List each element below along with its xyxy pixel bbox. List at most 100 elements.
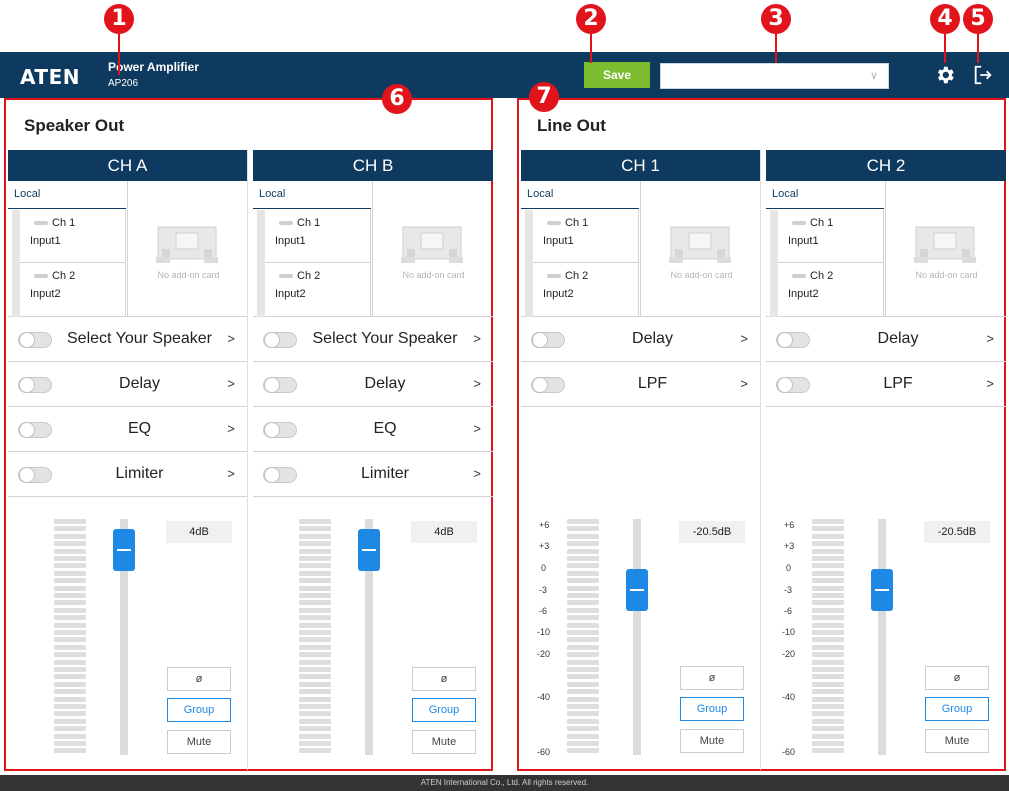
fader-handle[interactable] [871,569,893,611]
meter-segment [54,689,86,695]
feature-toggle[interactable] [263,467,297,483]
feature-delay[interactable]: Delay > [521,317,760,362]
chevron-right-icon: > [473,421,481,436]
fader-handle[interactable] [113,529,135,571]
phase-invert-button[interactable]: ø [167,667,231,691]
feature-label: Select Your Speaker [67,330,212,347]
source-item-ch2[interactable]: Ch 2 Input2 [20,263,126,316]
phase-invert-button[interactable]: ø [925,666,989,690]
meter-scale-label: -40 [537,692,551,702]
chevron-down-icon: ∨ [869,70,878,82]
logout-icon[interactable] [972,64,994,86]
feature-delay[interactable]: Delay > [766,317,1006,362]
tab-local[interactable]: Local [253,181,371,209]
source-item-ch1[interactable]: Ch 1 Input1 [265,210,371,263]
meter-segment [567,630,599,635]
tab-local[interactable]: Local [521,181,639,209]
fader-handle[interactable] [626,569,648,611]
source-item-ch2[interactable]: Ch 2 Input2 [778,263,884,316]
group-button[interactable]: Group [925,697,989,721]
source-item-ch2[interactable]: Ch 2 Input2 [265,263,371,316]
fader-handle[interactable] [358,529,380,571]
meter-segment [299,556,331,561]
source-item-ch1[interactable]: Ch 1 Input1 [533,210,639,263]
feature-toggle[interactable] [263,422,297,438]
save-button[interactable]: Save [584,62,650,88]
addon-card-caption: No add-on card [670,270,733,280]
source-strip [525,210,533,317]
feature-delay[interactable]: Delay > [253,362,493,407]
signal-led-icon [34,221,48,225]
feature-toggle[interactable] [18,377,52,393]
feature-toggle[interactable] [263,332,297,348]
group-button[interactable]: Group [412,698,476,722]
meter-segment [567,711,599,717]
feature-eq[interactable]: EQ > [253,407,493,452]
feature-toggle[interactable] [18,422,52,438]
meter-segment [54,570,86,576]
group-button[interactable]: Group [680,697,744,721]
meter-segment [299,526,331,532]
feature-toggle[interactable] [531,332,565,348]
footer-copyright: ATEN International Co., Ltd. All rights … [0,775,1009,791]
phase-invert-button[interactable]: ø [412,667,476,691]
product-name: Power Amplifier [108,60,199,74]
feature-select-speaker[interactable]: Select Your Speaker > [8,317,247,362]
mute-button[interactable]: Mute [167,730,231,754]
group-button[interactable]: Group [167,698,231,722]
meter-segment [812,533,844,539]
channel-ch-2: CH 2 Local Ch 1 Input1 Ch 2 Input2 No ad… [766,150,1006,770]
line-out-panel: Line Out CH 1 Local Ch 1 Input1 Ch 2 Inp… [517,98,1006,771]
feature-limiter[interactable]: Limiter > [253,452,493,497]
feature-toggle[interactable] [263,377,297,393]
mute-button[interactable]: Mute [925,729,989,753]
feature-eq[interactable]: EQ > [8,407,247,452]
signal-led-icon [792,274,806,278]
preset-select[interactable]: ∨ [660,63,889,89]
feature-toggle[interactable] [531,377,565,393]
meter-segment [299,570,331,576]
fader-track [878,519,886,755]
feature-toggle[interactable] [18,332,52,348]
meter-segment [812,659,844,665]
callout-1-line [118,33,120,75]
meter-segment [299,659,331,665]
callout-4-line [944,33,946,63]
meter-segment [812,578,844,584]
feature-limiter[interactable]: Limiter > [8,452,247,497]
feature-toggle[interactable] [776,332,810,348]
meter-segment [812,526,844,532]
meter-segment [54,585,86,591]
feature-toggle[interactable] [18,467,52,483]
chevron-right-icon: > [740,331,748,346]
meter-scale-label: -6 [784,606,793,616]
source-item-ch1[interactable]: Ch 1 Input1 [778,210,884,263]
level-readout: 4dB [166,521,232,543]
meter-segment [299,607,331,613]
meter-segment [299,681,331,687]
feature-select-speaker[interactable]: Select Your Speaker > [253,317,493,362]
feature-label: Select Your Speaker [312,330,458,347]
meter-segment [54,533,86,539]
source-selector: Local Ch 1 Input1 Ch 2 Input2 No add-on … [521,181,760,317]
meter-scale-label: -6 [539,606,548,616]
feature-delay[interactable]: Delay > [8,362,247,407]
chevron-right-icon: > [227,331,235,346]
feature-toggle[interactable] [776,377,810,393]
tab-local[interactable]: Local [766,181,884,209]
feature-lpf[interactable]: LPF > [766,362,1006,407]
phase-invert-button[interactable]: ø [680,666,744,690]
meter-segment [54,741,86,746]
gear-icon[interactable] [934,64,956,86]
meter-segment [54,615,86,621]
source-selector: Local Ch 1 Input1 Ch 2 Input2 No add-on … [253,181,493,317]
chevron-right-icon: > [473,331,481,346]
mute-button[interactable]: Mute [412,730,476,754]
mute-button[interactable]: Mute [680,729,744,753]
meter-segment [567,674,599,680]
tab-local[interactable]: Local [8,181,126,209]
meter-scale-label: +6 [539,520,550,530]
feature-lpf[interactable]: LPF > [521,362,760,407]
source-item-ch2[interactable]: Ch 2 Input2 [533,263,639,316]
source-item-ch1[interactable]: Ch 1 Input1 [20,210,126,263]
